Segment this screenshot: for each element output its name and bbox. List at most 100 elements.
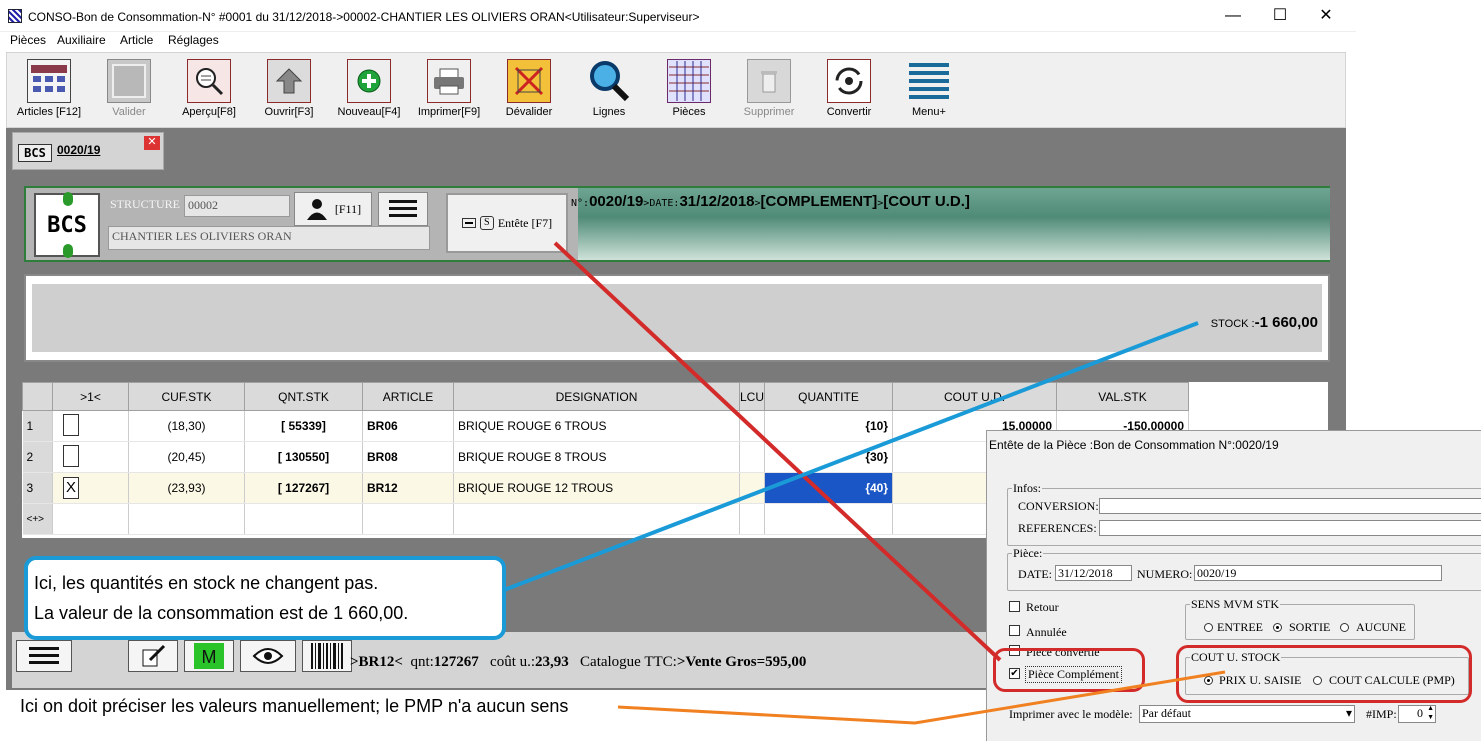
pieces-button[interactable]: Pièces xyxy=(649,59,729,118)
close-button[interactable]: ✕ xyxy=(1311,6,1341,26)
col-lcu[interactable]: LCU xyxy=(738,382,766,411)
maximize-button[interactable]: ☐ xyxy=(1265,6,1295,26)
references-field[interactable] xyxy=(1099,520,1481,536)
col-designation[interactable]: DESIGNATION xyxy=(453,382,740,411)
devalidate-icon xyxy=(507,59,551,103)
imprimer-button[interactable]: Imprimer[F9] xyxy=(409,59,489,118)
menu-article[interactable]: Article xyxy=(120,33,153,47)
col-quantite[interactable]: QUANTITE xyxy=(764,382,894,411)
lignes-button[interactable]: Lignes xyxy=(569,59,649,118)
cell-quantite[interactable]: {10} xyxy=(764,410,894,442)
window-title: CONSO-Bon de Consommation-N° #0001 du 31… xyxy=(28,10,700,24)
tab-close-icon[interactable]: ✕ xyxy=(144,136,160,150)
cell-article[interactable]: BR08 xyxy=(362,441,454,473)
cell-designation[interactable]: BRIQUE ROUGE 8 TROUS xyxy=(453,441,740,473)
imp-spinner[interactable]: 0 ▲ ▼ xyxy=(1398,704,1436,723)
spinner-arrows-icon[interactable]: ▲ ▼ xyxy=(1427,704,1434,722)
cell-article[interactable]: BR12 xyxy=(362,472,454,504)
cell-quantite-active[interactable]: {40} xyxy=(764,472,894,504)
hamburger-icon xyxy=(389,200,417,217)
col-cout-ud[interactable]: COUT U.D. xyxy=(892,382,1058,411)
edit-note-icon xyxy=(142,644,166,667)
menu-lines-icon xyxy=(907,59,951,103)
sens-aucune-radio[interactable] xyxy=(1340,623,1349,632)
convertir-button[interactable]: Convertir xyxy=(809,59,889,118)
col-val-stk[interactable]: VAL.STK xyxy=(1056,382,1190,411)
menu-auxiliaire[interactable]: Auxiliaire xyxy=(57,33,106,47)
cell-qnt[interactable]: [ 55339] xyxy=(244,410,363,442)
entete-s-icon: S xyxy=(479,216,494,230)
menu-plus-button[interactable]: Menu+ xyxy=(889,59,969,118)
edit-line-button[interactable] xyxy=(128,640,178,672)
cell-designation[interactable]: BRIQUE ROUGE 6 TROUS xyxy=(453,410,740,442)
new-row-marker[interactable]: <+> xyxy=(22,503,53,535)
ouvrir-button[interactable]: Ouvrir[F3] xyxy=(249,59,329,118)
annulee-label: Annulée xyxy=(1026,625,1067,639)
menu-pieces[interactable]: Pièces xyxy=(10,33,46,47)
references-label: REFERENCES: xyxy=(1018,521,1097,535)
cell-qnt[interactable]: [ 127267] xyxy=(244,472,363,504)
sens-sortie-label: SORTIE xyxy=(1289,620,1331,634)
sens-entree-radio[interactable] xyxy=(1204,623,1213,632)
annotation-bottom-note: Ici on doit préciser les valeurs manuell… xyxy=(20,696,569,716)
valider-button[interactable]: Valider xyxy=(89,59,169,118)
stock-panel: STOCK :-1 660,00 xyxy=(24,274,1330,362)
pieces-grid-icon xyxy=(667,59,711,103)
conversion-label: CONVERSION: xyxy=(1018,499,1099,513)
stock-value: -1 660,00 xyxy=(1254,314,1318,331)
annulee-checkbox[interactable] xyxy=(1009,625,1020,636)
user-button[interactable]: [F11] xyxy=(294,192,372,226)
entete-button[interactable]: S Entête [F7] xyxy=(446,193,568,253)
conversion-field[interactable] xyxy=(1099,498,1481,514)
devalider-button[interactable]: Dévalider xyxy=(489,59,569,118)
header-menu-button[interactable] xyxy=(378,192,428,226)
menu-bar: Pièces Auxiliaire Article Réglages xyxy=(0,32,1356,52)
structure-name-field[interactable]: CHANTIER LES OLIVIERS ORAN xyxy=(108,226,430,250)
preview-magnifier-icon xyxy=(187,59,231,103)
col-cuf-stk[interactable]: CUF.STK xyxy=(128,382,245,411)
convert-cycle-icon xyxy=(827,59,871,103)
sens-aucune-label: AUCUNE xyxy=(1356,620,1406,634)
m-button[interactable]: M xyxy=(184,640,234,672)
modele-select[interactable]: Par défaut ▾ xyxy=(1139,705,1355,723)
cell-lcu[interactable] xyxy=(739,472,766,504)
structure-code-field[interactable]: 00002 xyxy=(184,195,290,217)
cell-cuf[interactable]: (23,93) xyxy=(128,472,245,504)
bottom-menu-button[interactable] xyxy=(16,640,72,672)
view-button[interactable] xyxy=(240,640,296,672)
eye-icon xyxy=(252,648,284,664)
cell-cuf[interactable]: (20,45) xyxy=(128,441,245,473)
infos-group: Infos: xyxy=(1007,481,1481,546)
cell-lcu[interactable] xyxy=(739,441,766,473)
cell-quantite[interactable]: {30} xyxy=(764,441,894,473)
cell-designation[interactable]: BRIQUE ROUGE 12 TROUS xyxy=(453,472,740,504)
tab-title[interactable]: 0020/19 xyxy=(57,143,100,157)
highlight-complement xyxy=(993,648,1145,692)
row-mark-checkbox[interactable] xyxy=(63,444,79,467)
cell-cuf[interactable]: (18,30) xyxy=(128,410,245,442)
col-qnt-stk[interactable]: QNT.STK xyxy=(244,382,363,411)
articles-button[interactable]: Articles [F12] xyxy=(9,59,89,118)
delete-bin-icon xyxy=(747,59,791,103)
nouveau-button[interactable]: Nouveau[F4] xyxy=(329,59,409,118)
numero-field[interactable]: 0020/19 xyxy=(1194,565,1442,581)
row-mark-checkbox[interactable]: X xyxy=(63,477,79,499)
document-tab[interactable]: BCS 0020/19 ✕ xyxy=(12,132,164,170)
minimize-button[interactable]: — xyxy=(1218,6,1248,26)
row-mark-checkbox[interactable] xyxy=(63,413,79,436)
col-mark[interactable]: >1< xyxy=(52,382,129,411)
menu-reglages[interactable]: Réglages xyxy=(168,33,219,47)
cell-article[interactable]: BR06 xyxy=(362,410,454,442)
barcode-button[interactable] xyxy=(302,640,352,672)
sens-sortie-radio[interactable] xyxy=(1273,623,1282,632)
printer-icon xyxy=(427,59,471,103)
date-field[interactable]: 31/12/2018 xyxy=(1055,565,1132,581)
supprimer-button[interactable]: Supprimer xyxy=(729,59,809,118)
cell-qnt[interactable]: [ 130550] xyxy=(244,441,363,473)
col-article[interactable]: ARTICLE xyxy=(362,382,454,411)
apercu-button[interactable]: Aperçu[F8] xyxy=(169,59,249,118)
m-icon: M xyxy=(194,643,224,669)
new-plus-icon xyxy=(347,59,391,103)
retour-checkbox[interactable] xyxy=(1009,601,1020,612)
cell-lcu[interactable] xyxy=(739,410,766,442)
